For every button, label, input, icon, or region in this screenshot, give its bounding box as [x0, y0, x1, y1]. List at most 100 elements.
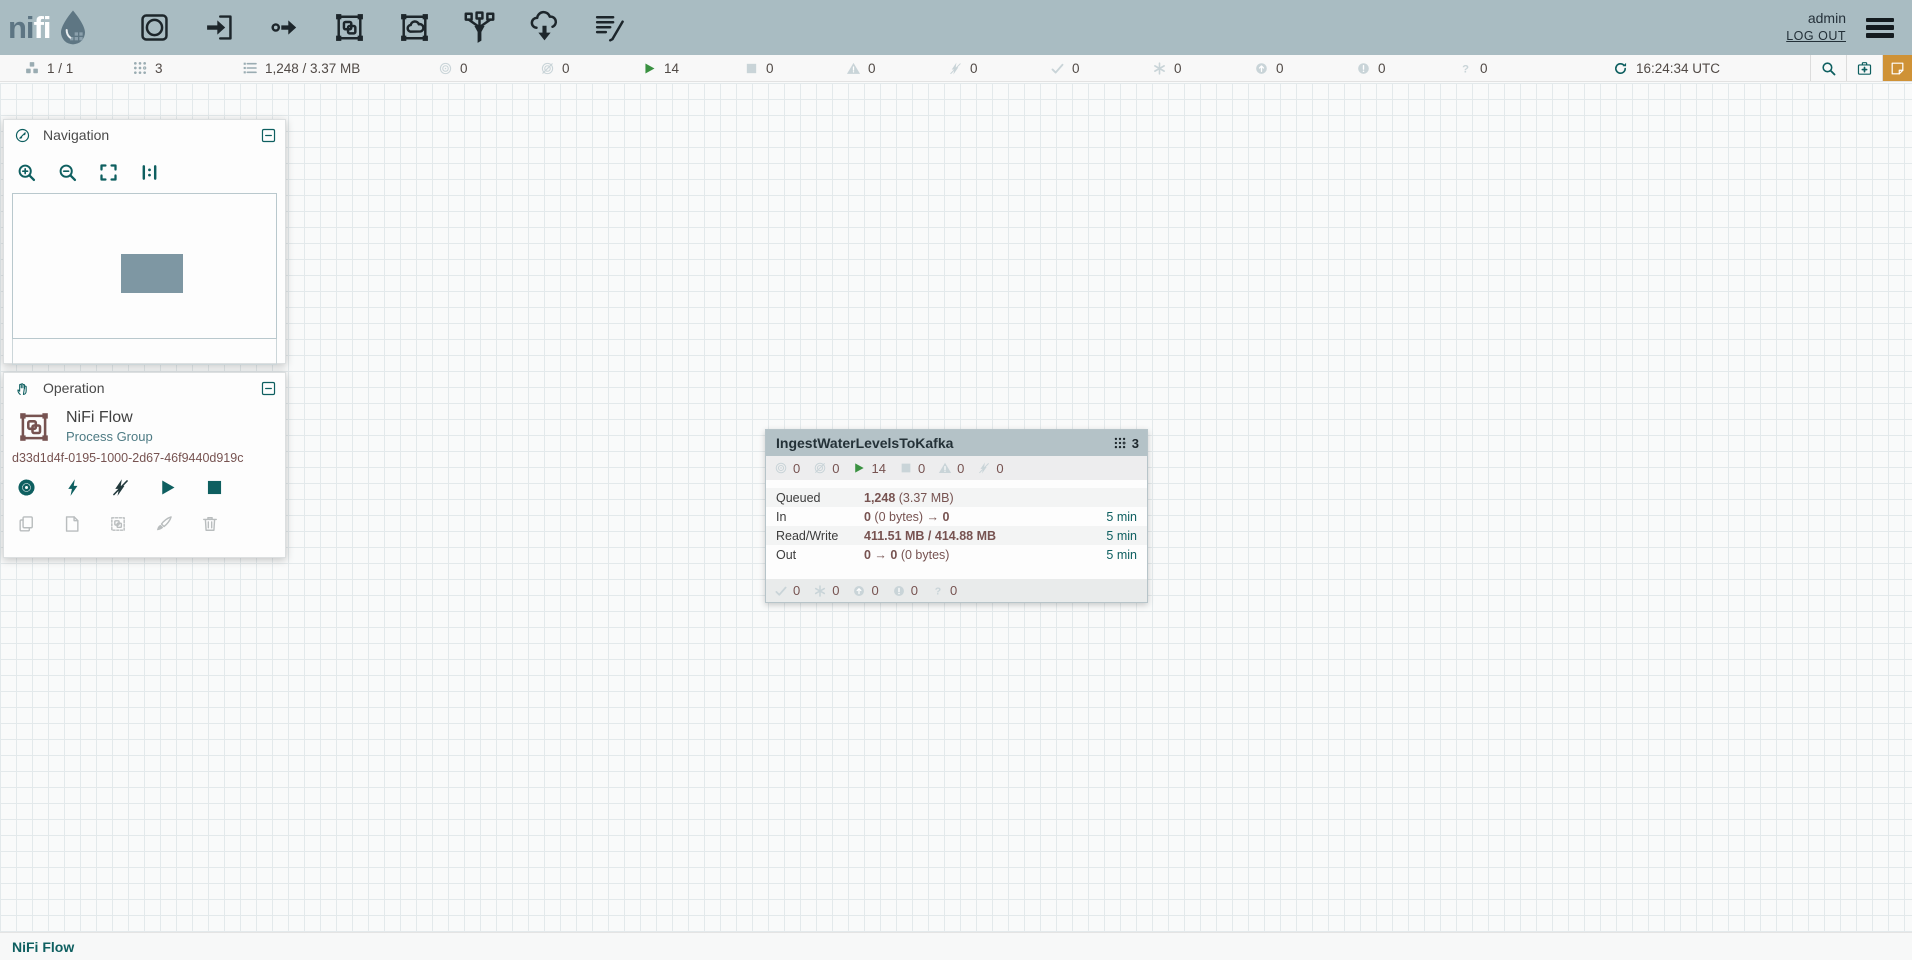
paste-button[interactable] [62, 514, 82, 534]
operation-actions [4, 465, 285, 498]
configure-button[interactable] [16, 477, 37, 498]
stop-button[interactable] [204, 477, 225, 498]
collapse-operation-button[interactable] [260, 380, 277, 397]
template-icon[interactable] [527, 10, 562, 45]
stat-value: 0 → 0 (0 bytes) [864, 548, 1106, 562]
zoom-actual-size-button[interactable] [139, 162, 160, 183]
process-group-icon [14, 409, 54, 445]
warning-count: 0 [938, 461, 964, 476]
logo-text-ni: ni [8, 10, 34, 46]
operation-secondary-actions [4, 498, 285, 534]
cluster-icon [24, 60, 40, 76]
running-count-value: 14 [871, 461, 885, 476]
logo-text-fi: fi [34, 10, 51, 46]
stale-icon [852, 584, 866, 598]
stat-value: 0 (0 bytes) → 0 [864, 510, 1106, 524]
sync-failure-count: ?0 [1458, 61, 1560, 76]
stopped-count: 0 [899, 461, 925, 476]
locally-modified-count-value: 0 [832, 583, 839, 598]
navigation-panel-title: Navigation [43, 127, 260, 143]
operation-panel-header: Operation [4, 373, 285, 403]
group-button[interactable] [108, 514, 128, 534]
log-out-link[interactable]: LOG OUT [1786, 29, 1846, 43]
breadcrumb-root[interactable]: NiFi Flow [12, 939, 74, 955]
flow-status-bar: 1 / 1 3 1,248 / 3.37 MB 00140000000?0 16… [0, 55, 1912, 82]
stopped-count: 0 [744, 61, 846, 76]
navigation-panel-header: Navigation [4, 120, 285, 150]
operation-panel: Operation NiFi Flow Process Group d33d1d… [3, 372, 286, 558]
disabled-icon [948, 61, 963, 76]
disabled-count-value: 0 [996, 461, 1003, 476]
selected-component-identity: NiFi Flow Process Group [4, 403, 285, 445]
refresh-icon[interactable] [1613, 61, 1628, 76]
not-transmitting-count-value: 0 [562, 61, 570, 76]
transmitting-count: 0 [774, 461, 800, 476]
copy-button[interactable] [16, 514, 36, 534]
color-button[interactable] [154, 514, 174, 534]
search-icon [1820, 60, 1837, 77]
remote-process-group-icon[interactable] [397, 10, 432, 45]
stale-count: 0 [1254, 61, 1356, 76]
birdseye-minimap[interactable] [12, 193, 277, 339]
bulletin-board-button[interactable] [1882, 55, 1912, 81]
not-transmitting-icon [540, 61, 555, 76]
global-menu-button[interactable] [1866, 18, 1894, 38]
stat-value-part: 0 [943, 510, 950, 524]
stat-value-part: 1,248 [864, 491, 895, 505]
contained-count-badge: 3 [1113, 436, 1139, 451]
stat-row: Out0 → 0 (0 bytes)5 min [766, 545, 1147, 564]
running-count: 14 [852, 461, 885, 476]
stat-value-part: 411.51 MB / 414.88 MB [864, 529, 996, 543]
transmitting-count-value: 0 [460, 61, 468, 76]
locally-modified-icon [813, 584, 827, 598]
collapse-navigation-button[interactable] [260, 127, 277, 144]
running-icon [852, 461, 866, 475]
processor-icon[interactable] [137, 10, 172, 45]
up-to-date-icon [1050, 61, 1065, 76]
process-group-icon[interactable] [332, 10, 367, 45]
zoom-out-button[interactable] [57, 162, 78, 183]
nifi-logo: nifi [0, 0, 107, 55]
output-port-icon[interactable] [267, 10, 302, 45]
disabled-count-value: 0 [970, 61, 978, 76]
navigation-panel: Navigation [3, 119, 286, 364]
minimap-footer-strip [12, 339, 277, 365]
locally-modified-count: 0 [813, 583, 839, 598]
status-bar-right: 16:24:34 UTC [1613, 55, 1912, 81]
process-group-name: IngestWaterLevelsToKafka [776, 435, 1113, 451]
up-to-date-count: 0 [774, 583, 800, 598]
stopped-count-value: 0 [766, 61, 774, 76]
refresh-status: 16:24:34 UTC [1613, 61, 1720, 76]
flow-canvas[interactable]: Navigation Operation [0, 83, 1912, 932]
first-aid-kit-icon [1856, 60, 1873, 77]
locally-modified-stale-icon [892, 584, 906, 598]
funnel-icon[interactable] [462, 10, 497, 45]
locally-modified-count: 0 [1152, 61, 1254, 76]
stat-value-part: (0 bytes) [897, 548, 949, 562]
label-icon[interactable] [592, 10, 627, 45]
selected-component-name: NiFi Flow [66, 409, 153, 427]
user-box: admin LOG OUT [1786, 10, 1860, 45]
last-refreshed-time: 16:24:34 UTC [1636, 61, 1720, 76]
search-button[interactable] [1810, 55, 1846, 81]
process-group-count: 3 [155, 61, 163, 76]
running-icon [642, 61, 657, 76]
process-group-node[interactable]: IngestWaterLevelsToKafka 3 0014000 Queue… [765, 429, 1148, 603]
sync-failure-icon: ? [1458, 61, 1473, 76]
utilities-button[interactable] [1846, 55, 1882, 81]
disable-button[interactable] [110, 477, 131, 498]
stat-value-part: 0 [864, 510, 871, 524]
compass-icon [14, 127, 31, 144]
up-to-date-count-value: 0 [793, 583, 800, 598]
current-user-label: admin [1786, 10, 1846, 26]
locally-modified-stale-count-value: 0 [911, 583, 918, 598]
stat-label: Queued [776, 491, 864, 505]
zoom-fit-button[interactable] [98, 162, 119, 183]
input-port-icon[interactable] [202, 10, 237, 45]
start-button[interactable] [157, 477, 178, 498]
zoom-in-button[interactable] [16, 162, 37, 183]
delete-button[interactable] [200, 514, 220, 534]
process-group-node-header[interactable]: IngestWaterLevelsToKafka 3 [766, 430, 1147, 456]
contained-count-value: 3 [1132, 436, 1139, 451]
enable-button[interactable] [63, 477, 84, 498]
